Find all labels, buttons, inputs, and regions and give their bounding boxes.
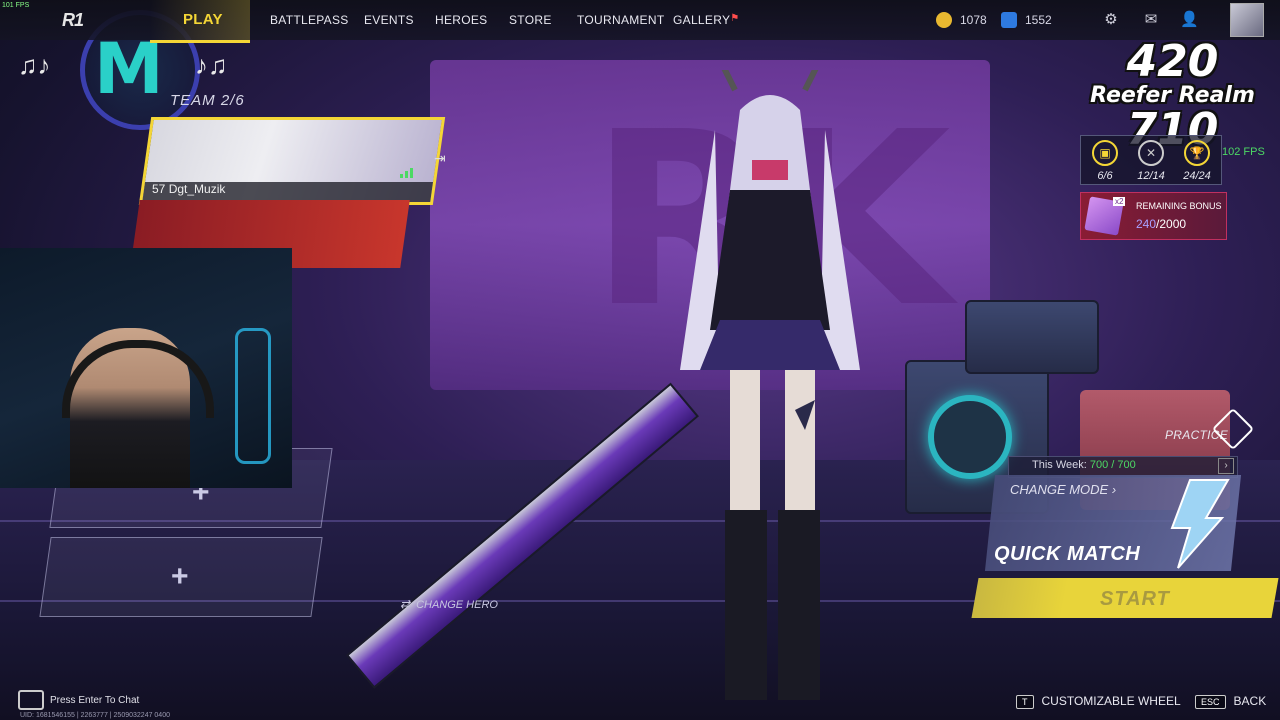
music-notes-icon: ♪♫ <box>195 50 228 80</box>
bonus-total: /2000 <box>1156 217 1187 231</box>
player-name: 57 Dgt_Muzik <box>152 182 225 196</box>
week-label: This Week: <box>1032 459 1087 471</box>
new-flag-icon: ⚑ <box>730 13 740 24</box>
key-t: T <box>1016 695 1034 709</box>
leave-team-icon[interactable]: ⇥ <box>434 150 446 167</box>
bonus-current: 240 <box>1136 217 1157 231</box>
stat-badges: ▣ 6/6 <box>1083 140 1127 182</box>
badge-icon: ▣ <box>1092 140 1118 166</box>
webcam-neon-light <box>235 328 271 464</box>
currency-gems[interactable]: 1552 <box>1001 12 1052 28</box>
bonus-label: REMAINING BONUS <box>1136 201 1222 211</box>
stat-trophies: 🏆 24/24 <box>1175 140 1219 182</box>
week-value: 700 / 700 <box>1089 459 1136 471</box>
speaker-cone <box>928 395 1012 479</box>
player-level: 57 <box>152 182 166 196</box>
swap-icon: ⇄ <box>400 597 411 611</box>
crossed-swords-icon: ✕ <box>1138 140 1164 166</box>
back-label: BACK <box>1233 694 1267 708</box>
nav-tab-gallery[interactable]: GALLERY⚑ <box>673 13 740 27</box>
top-navigation-bar: 101 FPS R1 PLAY BATTLEPASS EVENTS HEROES… <box>0 0 1280 43</box>
stat-battles: ✕ 12/14 <box>1129 140 1173 182</box>
stat-trophies-value: 24/24 <box>1183 170 1211 182</box>
coin-icon <box>936 12 952 28</box>
player-avatar[interactable] <box>1230 3 1264 37</box>
weekly-progress: This Week: 700 / 700 <box>1032 459 1136 471</box>
change-hero-label: CHANGE HERO <box>416 599 498 611</box>
back-hint[interactable]: ESC BACK <box>1195 694 1266 709</box>
change-hero-button[interactable]: ⇄ CHANGE HERO <box>400 597 498 611</box>
uid-text: UID: 1681546155 | 2263777 | 2509032247 0… <box>20 712 170 719</box>
gear-icon[interactable]: ⚙ <box>1102 11 1120 29</box>
key-esc: ESC <box>1195 695 1226 709</box>
change-mode-button[interactable]: CHANGE MODE › <box>1010 482 1116 497</box>
bonus-multiplier: x2 <box>1113 197 1126 206</box>
lightning-bolt-icon <box>1170 479 1230 569</box>
nav-tab-tournament[interactable]: TOURNAMENT <box>577 13 664 27</box>
streamer-webcam <box>0 248 292 488</box>
amp-head <box>965 300 1099 374</box>
add-teammate-icon[interactable]: + <box>171 560 189 594</box>
friends-icon[interactable]: 👤 <box>1180 11 1199 29</box>
nav-tab-battlepass[interactable]: BATTLEPASS <box>270 13 349 27</box>
mode-name: QUICK MATCH <box>994 543 1141 565</box>
customizable-wheel-hint[interactable]: T CUSTOMIZABLE WHEEL <box>1016 694 1181 709</box>
currency-coins[interactable]: 1078 <box>936 12 987 28</box>
game-logo: R1 <box>62 10 84 30</box>
nav-tab-play[interactable]: PLAY <box>183 11 223 28</box>
trophy-icon: 🏆 <box>1184 140 1210 166</box>
stat-badges-value: 6/6 <box>1097 170 1113 182</box>
coin-amount: 1078 <box>960 13 987 27</box>
stat-battles-value: 12/14 <box>1137 170 1165 182</box>
gem-icon <box>1001 12 1017 28</box>
chat-icon[interactable] <box>18 690 44 710</box>
fps-counter-small: 101 FPS <box>2 2 30 9</box>
team-count-label: TEAM 2/6 <box>170 92 245 109</box>
fps-counter: 102 FPS <box>1222 146 1265 158</box>
nav-tab-store[interactable]: STORE <box>509 13 552 27</box>
mission-stats-panel[interactable]: ▣ 6/6 ✕ 12/14 🏆 24/24 <box>1080 135 1222 185</box>
music-notes-icon: ♫♪ <box>18 50 51 80</box>
connection-signal-icon <box>400 168 413 178</box>
stream-logo-top: 420 <box>1126 36 1219 87</box>
gem-amount: 1552 <box>1025 13 1052 27</box>
player-username: Dgt_Muzik <box>168 182 226 196</box>
nav-tab-heroes[interactable]: HEROES <box>435 13 487 27</box>
chevron-right-icon[interactable]: › <box>1218 458 1234 474</box>
chevron-right-icon: › <box>1111 482 1117 497</box>
mail-icon[interactable]: ✉ <box>1142 11 1160 29</box>
chat-prompt[interactable]: Press Enter To Chat <box>50 695 139 706</box>
nav-tab-events[interactable]: EVENTS <box>364 13 414 27</box>
remaining-bonus-panel[interactable]: x2 REMAINING BONUS 240/2000 <box>1080 192 1227 240</box>
bonus-progress: 240/2000 <box>1136 217 1186 231</box>
start-button-label: START <box>1100 588 1170 610</box>
nav-tab-gallery-label: GALLERY <box>673 13 731 27</box>
customizable-wheel-label: CUSTOMIZABLE WHEEL <box>1041 694 1181 708</box>
change-mode-label: CHANGE MODE <box>1010 482 1109 497</box>
